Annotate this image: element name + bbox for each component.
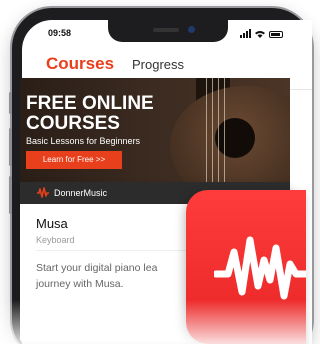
brand-name: DonnerMusic: [54, 188, 108, 198]
string-line: [224, 78, 225, 182]
speaker-icon: [153, 28, 179, 32]
course-description: Start your digital piano lea journey wit…: [36, 262, 158, 290]
mute-switch: [9, 92, 12, 114]
wifi-icon: [255, 31, 265, 38]
status-time: 09:58: [48, 28, 72, 38]
status-bar: 09:58: [22, 20, 312, 46]
signal-icon: [240, 29, 251, 38]
string-line: [218, 78, 219, 182]
banner-title: FREE ONLINE COURSES: [26, 94, 186, 134]
course-banner[interactable]: FREE ONLINE COURSES Basic Lessons for Be…: [20, 78, 290, 182]
banner-subtitle: Basic Lessons for Beginners: [26, 136, 141, 146]
string-line: [206, 78, 207, 182]
learn-for-free-button[interactable]: Learn for Free >>: [26, 151, 122, 169]
status-icons: [240, 29, 283, 38]
banner-title-line2: COURSES: [26, 113, 120, 134]
course-instrument: Keyboard: [36, 235, 75, 245]
string-line: [212, 78, 213, 182]
battery-icon: [269, 31, 283, 38]
volume-down-button: [9, 176, 12, 214]
soundwave-logo-icon: [214, 236, 306, 300]
volume-up-button: [9, 128, 12, 166]
course-title: Musa: [36, 216, 68, 231]
app-icon[interactable]: [186, 190, 306, 344]
banner-title-line1: FREE ONLINE: [26, 93, 154, 114]
tab-progress[interactable]: Progress: [132, 57, 184, 72]
donner-logo-icon: [37, 187, 49, 198]
ukulele-soundhole-graphic: [215, 118, 255, 158]
notch: [108, 20, 228, 42]
tab-courses[interactable]: Courses: [46, 54, 114, 74]
camera-icon: [188, 26, 195, 33]
